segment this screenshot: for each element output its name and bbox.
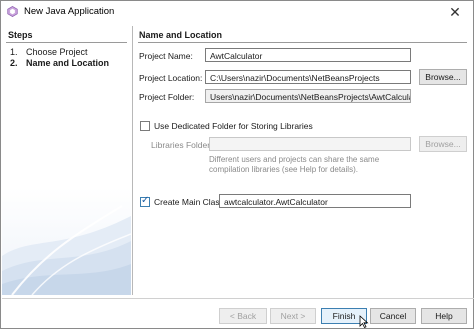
project-location-input[interactable]: C:\Users\nazir\Documents\NetBeansProject…	[205, 70, 411, 84]
button-bar-divider	[2, 298, 474, 299]
help-button[interactable]: Help	[421, 308, 467, 324]
new-java-application-dialog: New Java Application ✕ Steps 1. Choose Pr…	[0, 0, 474, 329]
checkmark-icon: ✓	[141, 195, 150, 206]
project-folder-field: Users\nazir\Documents\NetBeansProjects\A…	[205, 89, 411, 103]
step-label: Choose Project	[26, 47, 88, 57]
decorative-wave-graphic	[2, 205, 131, 295]
browse-libraries-button[interactable]: Browse...	[419, 136, 467, 152]
libraries-folder-input[interactable]	[209, 137, 411, 151]
title-bar: New Java Application ✕	[1, 1, 473, 23]
section-divider	[138, 42, 467, 43]
section-title: Name and Location	[139, 30, 223, 40]
step-choose-project: 1. Choose Project	[10, 47, 88, 57]
dedicated-folder-label: Use Dedicated Folder for Storing Librari…	[154, 121, 313, 131]
libraries-note: Different users and projects can share t…	[209, 155, 380, 174]
step-number: 1.	[10, 47, 18, 57]
create-main-class-label: Create Main Class	[154, 197, 224, 207]
next-button[interactable]: Next >	[270, 308, 316, 324]
window-title: New Java Application	[24, 6, 115, 17]
step-label: Name and Location	[26, 58, 110, 68]
cancel-button[interactable]: Cancel	[370, 308, 416, 324]
steps-divider	[6, 42, 127, 43]
mouse-cursor-icon	[359, 315, 369, 329]
project-name-input[interactable]: AwtCalculator	[205, 48, 411, 62]
netbeans-app-icon	[7, 6, 18, 17]
browse-location-button[interactable]: Browse...	[419, 69, 467, 85]
dedicated-folder-checkbox[interactable]	[140, 121, 150, 131]
close-icon[interactable]: ✕	[445, 3, 465, 21]
project-folder-label: Project Folder:	[139, 92, 195, 102]
pane-divider	[132, 26, 133, 295]
project-name-label: Project Name:	[139, 51, 193, 61]
step-number: 2.	[10, 58, 18, 68]
project-location-label: Project Location:	[139, 73, 203, 83]
back-button[interactable]: < Back	[219, 308, 267, 324]
steps-title: Steps	[8, 30, 33, 40]
name-and-location-pane: Name and Location Project Name: AwtCalcu…	[134, 26, 473, 295]
create-main-class-checkbox[interactable]: ✓	[140, 195, 150, 207]
libraries-folder-label: Libraries Folder:	[151, 140, 213, 150]
step-name-and-location: 2. Name and Location	[10, 58, 109, 68]
steps-pane: Steps 1. Choose Project 2. Name and Locati…	[2, 26, 131, 295]
main-class-input[interactable]: awtcalculator.AwtCalculator	[219, 194, 411, 208]
